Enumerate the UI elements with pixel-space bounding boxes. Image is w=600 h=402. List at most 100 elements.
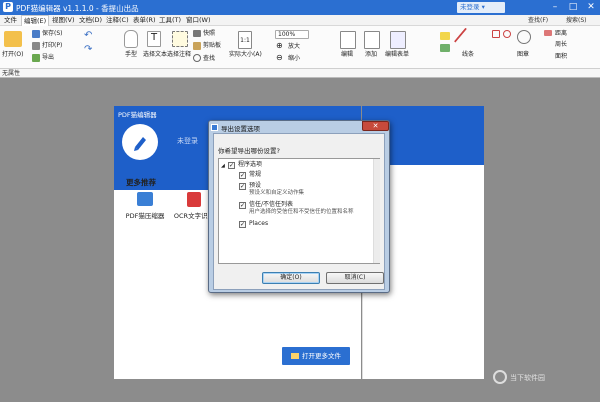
note-icon[interactable] [440, 32, 450, 40]
save-icon[interactable] [32, 30, 40, 38]
checkbox-general[interactable]: ✓ [239, 172, 246, 179]
menu-document[interactable]: 文档(D) [77, 15, 104, 26]
actual-size-icon[interactable]: 1:1 [238, 31, 252, 49]
menu-window[interactable]: 窗口(W) [184, 15, 213, 26]
tree-item-description: 预设义和自定义动作集 [249, 190, 305, 196]
watermark-text: 当下软件园 [510, 374, 545, 382]
print-button[interactable]: 打印(P) [42, 42, 62, 50]
perimeter-button[interactable]: 周长 [555, 41, 567, 49]
distance-button[interactable]: 距离 [555, 30, 567, 38]
add-icon[interactable] [364, 31, 380, 49]
line-icon[interactable] [453, 27, 477, 51]
checkbox-presets[interactable]: ✓ [239, 183, 246, 190]
open-more-files-button[interactable]: 打开更多文件 [282, 347, 350, 365]
ok-button[interactable]: 确定(O) [262, 272, 320, 284]
tree-item-label: Places [249, 220, 269, 227]
menu-bar: 文件 编辑(E) 视图(V) 文档(D) 注释(C) 表单(R) 工具(T) 窗… [0, 15, 600, 26]
tree-item-description: 用户选择的受信任和不受信任的位置和名称 [249, 209, 354, 215]
find-icon[interactable] [193, 54, 201, 62]
find-menu-button[interactable]: 查找(F) [528, 16, 548, 25]
clipboard-button[interactable]: 剪贴板 [203, 42, 221, 50]
minimize-button[interactable]: – [546, 0, 564, 15]
cancel-button[interactable]: 取消(C) [326, 272, 384, 284]
properties-status: 无属性 [0, 69, 600, 78]
dialog-body: 你希望导出哪份设置? ◢ ✓ 程序选项 ✓ 常规 ✓ 预设 预设义和自定义动作集… [213, 133, 385, 290]
find-button[interactable]: 查找 [203, 55, 215, 63]
clipboard-icon[interactable] [193, 42, 201, 50]
stamp-icon[interactable] [517, 30, 531, 44]
zoom-in-icon[interactable]: ⊕ [276, 42, 283, 50]
tool-label: PDF猫压缩器 [125, 212, 165, 220]
undo-icon[interactable]: ↶ [84, 31, 92, 41]
select-annotation-button[interactable]: 选择注释 [167, 51, 191, 59]
hand-tool-button[interactable]: 手型 [125, 51, 137, 59]
zoom-select[interactable]: 100% [275, 30, 309, 39]
edit-form-button[interactable]: 编辑表单 [385, 51, 409, 59]
snapshot-button[interactable]: 快照 [203, 30, 215, 38]
menu-edit[interactable]: 编辑(E) [21, 15, 50, 26]
menu-form[interactable]: 表单(R) [131, 15, 158, 26]
checkbox-program-options[interactable]: ✓ [228, 162, 235, 169]
open-button[interactable]: 打开(O) [2, 51, 23, 59]
close-window-button[interactable]: ✕ [582, 0, 600, 15]
tool-pdf-compressor[interactable]: PDF猫压缩器 [120, 192, 170, 220]
avatar[interactable] [122, 124, 158, 160]
print-icon[interactable] [32, 42, 40, 50]
hand-icon[interactable] [124, 30, 138, 48]
ocr-icon [187, 192, 201, 207]
dialog-title: 导出设置选项 [221, 125, 260, 133]
area-button[interactable]: 面积 [555, 53, 567, 61]
more-recommend-title: 更多推荐 [126, 178, 156, 187]
export-settings-dialog: 导出设置选项 ✕ 你希望导出哪份设置? ◢ ✓ 程序选项 ✓ 常规 ✓ 预设 预… [208, 120, 390, 293]
export-button[interactable]: 导出 [42, 54, 54, 62]
tree-item-label: 预设 [249, 182, 262, 189]
save-button[interactable]: 保存(S) [42, 30, 63, 38]
compressor-icon [137, 192, 153, 206]
edit-icon[interactable] [340, 31, 356, 49]
export-icon[interactable] [32, 54, 40, 62]
select-text-button[interactable]: 选择文本 [143, 51, 167, 59]
edit-button[interactable]: 编辑 [341, 51, 353, 59]
open-more-files-label: 打开更多文件 [302, 352, 341, 360]
edit-form-icon[interactable] [390, 31, 406, 49]
checkbox-places[interactable]: ✓ [239, 221, 246, 228]
menu-comment[interactable]: 注释(C) [104, 15, 131, 26]
select-annotation-icon[interactable] [172, 31, 188, 47]
highlight-icon[interactable] [440, 44, 450, 52]
dialog-close-button[interactable]: ✕ [362, 121, 389, 131]
snapshot-icon[interactable] [193, 30, 201, 37]
tree-item-label: 常规 [249, 171, 262, 178]
zoom-in-button[interactable]: 放大 [288, 43, 300, 51]
actual-size-button[interactable]: 实际大小(A) [229, 51, 262, 59]
tree-item-label: 信任/不信任列表 [249, 201, 294, 208]
pen-icon [134, 137, 146, 151]
checkbox-trust-list[interactable]: ✓ [239, 202, 246, 209]
dialog-app-icon [211, 124, 218, 131]
title-bar: P PDF猫编辑器 v1.1.1.0 - 香提山出品 未登录 ▾ – □ ✕ [0, 0, 600, 15]
redo-icon[interactable]: ↷ [84, 45, 92, 55]
add-button[interactable]: 添加 [365, 51, 377, 59]
menu-tools[interactable]: 工具(T) [157, 15, 183, 26]
user-label: 未登录 [460, 3, 480, 11]
window-title: PDF猫编辑器 v1.1.1.0 - 香提山出品 [16, 4, 139, 13]
zoom-out-button[interactable]: 缩小 [288, 55, 300, 63]
rectangle-icon[interactable] [492, 30, 500, 38]
login-link[interactable]: 未登录 [177, 136, 198, 146]
search-menu-button[interactable]: 搜索(S) [566, 16, 587, 25]
dialog-question: 你希望导出哪份设置? [218, 147, 280, 155]
stamp-button[interactable]: 图章 [517, 51, 529, 59]
open-folder-icon[interactable] [4, 31, 22, 47]
export-options-tree: ◢ ✓ 程序选项 ✓ 常规 ✓ 预设 预设义和自定义动作集 ✓ 信任/不信任列表… [218, 158, 380, 264]
zoom-out-icon[interactable]: ⊖ [276, 54, 283, 62]
maximize-button[interactable]: □ [564, 0, 582, 15]
eraser-icon[interactable] [544, 30, 552, 36]
line-button[interactable]: 线条 [462, 51, 474, 59]
tree-item-label: 程序选项 [238, 161, 263, 168]
menu-view[interactable]: 视图(V) [50, 15, 77, 26]
ellipse-icon[interactable] [503, 30, 511, 38]
user-login-button[interactable]: 未登录 ▾ [457, 2, 505, 13]
tree-collapse-icon[interactable]: ◢ [221, 162, 225, 170]
menu-file[interactable]: 文件 [2, 15, 19, 26]
tree-scrollbar[interactable] [373, 159, 380, 263]
select-text-icon[interactable]: T [147, 31, 161, 47]
